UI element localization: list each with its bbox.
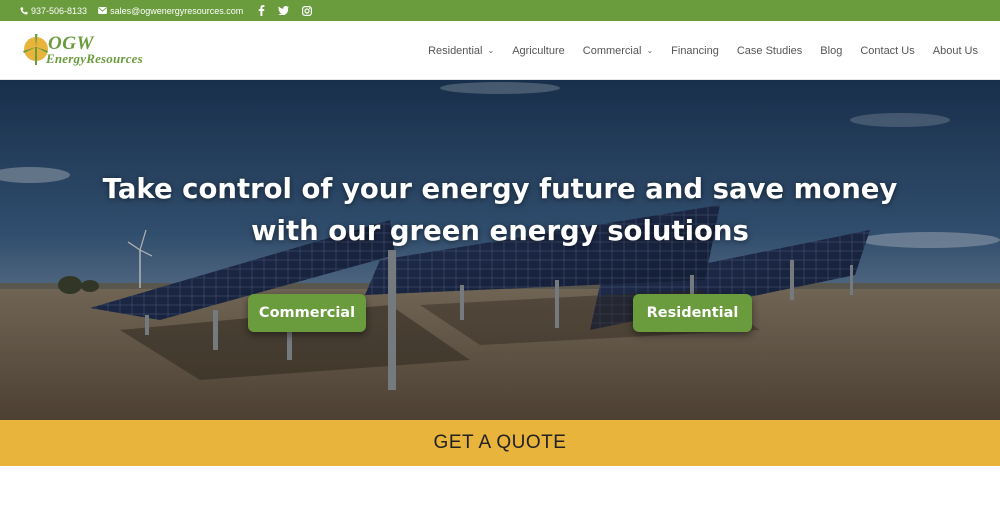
nav-item-about-us[interactable]: About Us <box>933 45 978 57</box>
envelope-icon <box>98 7 107 14</box>
nav-item-label: Commercial <box>582 44 642 57</box>
nav-item-financing[interactable]: Financing <box>671 45 719 57</box>
residential-button[interactable]: Residential <box>633 294 752 332</box>
chevron-down-icon: ⌄ <box>646 46 654 55</box>
nav-item-commercial[interactable]: Commercial ⌄ <box>583 45 653 57</box>
nav-item-label: Blog <box>820 44 843 57</box>
commercial-button[interactable]: Commercial <box>248 294 366 332</box>
site-logo[interactable]: OGW EnergyResources <box>22 33 182 69</box>
nav-item-contact-us[interactable]: Contact Us <box>860 45 914 57</box>
nav-item-label: Contact Us <box>860 44 915 57</box>
nav-item-label: Residential <box>428 44 483 57</box>
phone-number: 937-506-8133 <box>31 5 88 16</box>
nav-item-label: Agriculture <box>512 44 565 57</box>
chevron-down-icon: ⌄ <box>487 46 495 55</box>
hero-section: Take control of your energy future and s… <box>0 80 1000 420</box>
facebook-icon[interactable] <box>258 5 265 16</box>
nav-item-case-studies[interactable]: Case Studies <box>737 45 802 57</box>
email-link[interactable]: sales@ogwenergyresources.com <box>98 6 243 16</box>
email-address: sales@ogwenergyresources.com <box>110 5 244 16</box>
instagram-icon[interactable] <box>302 5 313 16</box>
logo-text-energy-resources: EnergyResources <box>46 51 143 66</box>
nav-item-label: Case Studies <box>736 44 803 57</box>
nav-item-agriculture[interactable]: Agriculture <box>512 45 565 57</box>
get-a-quote-button[interactable]: GET A QUOTE <box>0 420 1000 466</box>
hero-headline-line-1: Take control of your energy future and s… <box>102 173 898 205</box>
phone-link[interactable]: 937-506-8133 <box>20 6 87 16</box>
top-contact-bar: 937-506-8133 sales@ogwenergyresources.co… <box>0 0 1000 21</box>
twitter-icon[interactable] <box>278 6 290 15</box>
nav-item-blog[interactable]: Blog <box>820 45 842 57</box>
social-links <box>258 5 325 16</box>
hero-headline-line-2: with our green energy solutions <box>251 215 749 247</box>
hero-headline: Take control of your energy future and s… <box>0 168 1000 252</box>
phone-icon <box>20 6 28 15</box>
nav-item-label: Financing <box>671 44 719 57</box>
nav-item-label: About Us <box>932 44 978 57</box>
site-header: OGW EnergyResources Residential ⌄ Agricu… <box>0 21 1000 80</box>
nav-item-residential[interactable]: Residential ⌄ <box>428 45 494 57</box>
main-navigation: Residential ⌄ Agriculture Commercial ⌄ F… <box>410 21 978 80</box>
